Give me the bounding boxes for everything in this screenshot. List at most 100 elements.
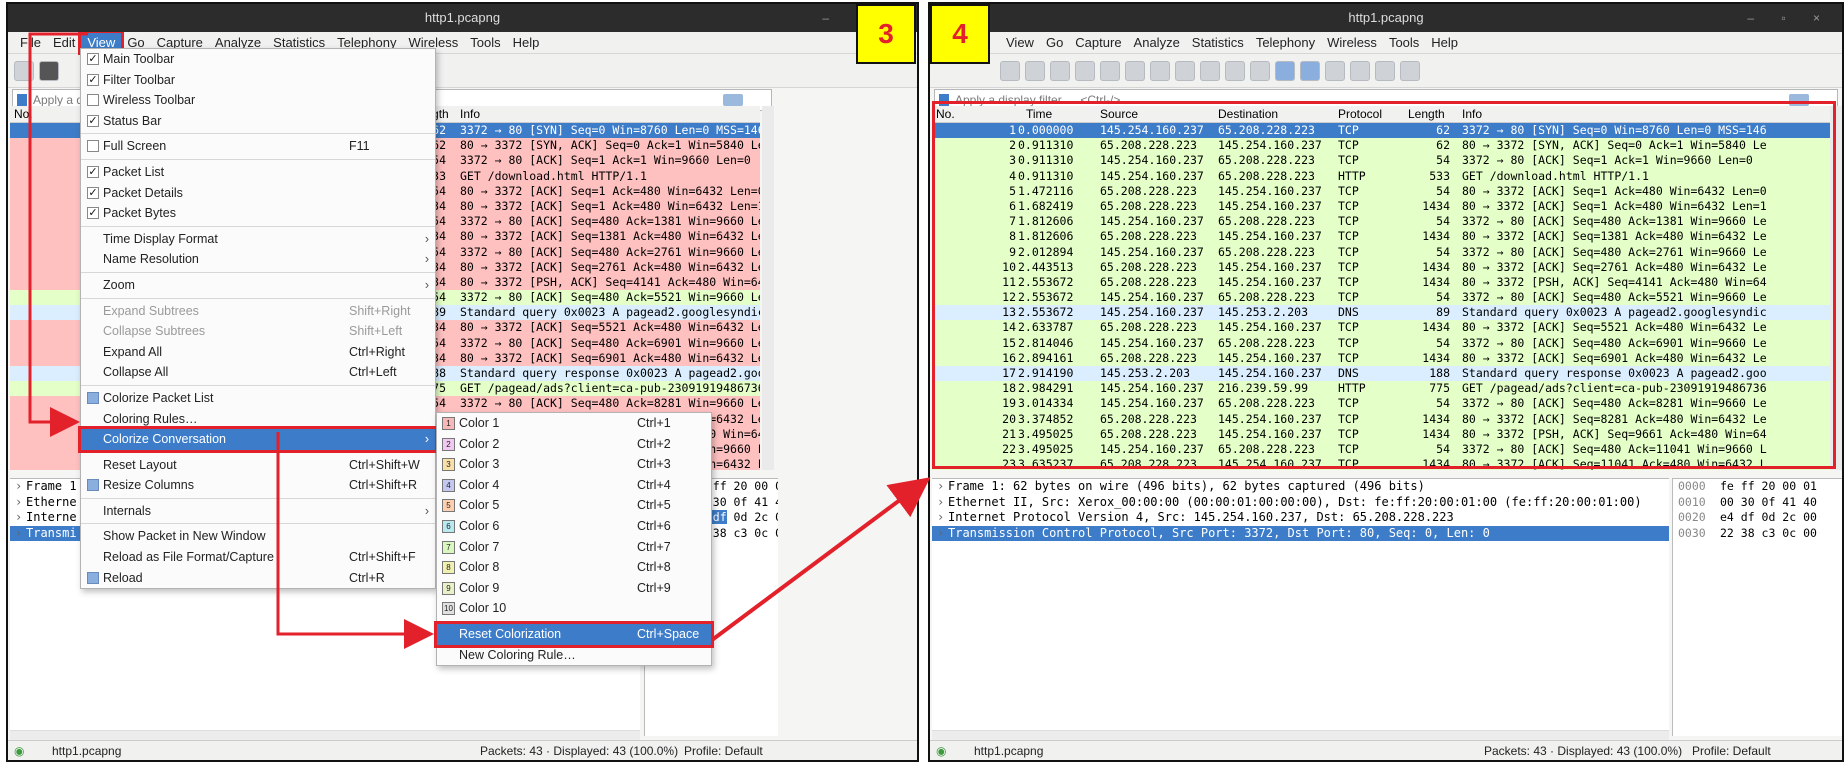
view-menu-item-collapse-all[interactable]: Collapse All Ctrl+Left	[81, 362, 435, 383]
expert-info-icon[interactable]: ◉	[14, 744, 24, 758]
detail-row[interactable]: Transmission Control Protocol, Src Port:…	[932, 525, 1669, 541]
packet-bytes[interactable]: 0000fe ff 20 00 01001000 30 0f 41 400020…	[1672, 478, 1842, 736]
status-profile[interactable]: Profile: Default	[684, 744, 763, 758]
conv-menu-item-color-8[interactable]: 8 Color 8 Ctrl+8	[437, 557, 711, 578]
view-menu-item-expand-all[interactable]: Expand All Ctrl+Right	[81, 342, 435, 363]
composite-screenshot: { "window_title": "http1.pcapng", "menub…	[0, 0, 1848, 772]
view-menu-item-packet-details[interactable]: ✓ Packet Details	[81, 183, 435, 204]
conv-menu-item-color-2[interactable]: 2 Color 2 Ctrl+2	[437, 434, 711, 455]
details-hscroll[interactable]	[10, 730, 640, 740]
view-menu-item-wireless-toolbar[interactable]: Wireless Toolbar	[81, 90, 435, 111]
menu-analyze[interactable]: Analyze	[1128, 33, 1186, 52]
find-icon[interactable]	[1125, 60, 1145, 81]
reload-icon[interactable]	[1100, 60, 1120, 81]
detail-row[interactable]: Frame 1: 62 bytes on wire (496 bits), 62…	[932, 479, 1669, 495]
menu-help[interactable]: Help	[507, 33, 546, 52]
bytes-row[interactable]: 0030 22 38 c3 0c 00	[1673, 526, 1842, 542]
last-icon[interactable]	[1250, 60, 1270, 81]
forward-icon[interactable]	[1175, 60, 1195, 81]
detail-row[interactable]: Ethernet II, Src: Xerox_00:00:00 (00:00:…	[932, 495, 1669, 511]
autoscroll-icon[interactable]	[1275, 60, 1295, 81]
menu-capture[interactable]: Capture	[1069, 33, 1127, 52]
view-menu-item-show-packet-in-new-window[interactable]: Show Packet in New Window	[81, 526, 435, 547]
conv-menu-item-color-4[interactable]: 4 Color 4 Ctrl+4	[437, 475, 711, 496]
menu-file[interactable]: File	[14, 33, 47, 52]
view-menu-item-reload[interactable]: Reload Ctrl+R	[81, 568, 435, 589]
view-menu-item-filter-toolbar[interactable]: ✓ Filter Toolbar	[81, 70, 435, 91]
view-menu-item-zoom[interactable]: Zoom ›	[81, 275, 435, 296]
view-menu-item-reset-layout[interactable]: Reset Layout Ctrl+Shift+W	[81, 455, 435, 476]
col-no[interactable]: No.	[14, 107, 33, 121]
checkbox-checked-icon[interactable]: ✓	[87, 207, 99, 220]
view-menu-item-time-display-format[interactable]: Time Display Format ›	[81, 229, 435, 250]
save-file-icon[interactable]	[1050, 60, 1070, 81]
conv-menu-item-color-1[interactable]: 1 Color 1 Ctrl+1	[437, 413, 711, 434]
bytes-row[interactable]: 0000 fe ff 20 00 01	[1673, 479, 1842, 495]
conv-menu-item-new-coloring-rule[interactable]: New Coloring Rule…	[437, 645, 711, 666]
col-info[interactable]: Info	[460, 107, 480, 121]
checkbox-checked-icon[interactable]: ✓	[87, 165, 99, 178]
goto-icon[interactable]	[1200, 60, 1220, 81]
view-menu-item-reload-as-file-format-capture[interactable]: Reload as File Format/Capture Ctrl+Shift+…	[81, 547, 435, 568]
checkbox-unchecked-icon[interactable]	[87, 94, 99, 107]
menu-go[interactable]: Go	[1040, 33, 1069, 52]
options-icon[interactable]	[1000, 60, 1020, 81]
zoom-normal-icon[interactable]	[1375, 60, 1395, 81]
view-menu-item-colorize-packet-list[interactable]: Colorize Packet List	[81, 388, 435, 409]
view-menu-item-expand-subtrees[interactable]: Expand Subtrees Shift+Right	[81, 301, 435, 322]
bookmark-icon[interactable]	[17, 94, 27, 106]
packet-list-scrollbar[interactable]	[762, 106, 774, 470]
first-icon[interactable]	[1225, 60, 1245, 81]
conv-menu-item-reset-colorization[interactable]: Reset Colorization Ctrl+Space	[434, 620, 714, 648]
view-menu-item-colorize-conversation[interactable]: Colorize Conversation ›	[78, 426, 438, 453]
shark-fin-icon[interactable]	[14, 60, 34, 81]
conv-menu-item-color-10[interactable]: 10 Color 10	[437, 598, 711, 619]
view-menu-item-collapse-subtrees[interactable]: Collapse Subtrees Shift+Left	[81, 321, 435, 342]
resize-columns-icon[interactable]	[1400, 60, 1420, 81]
stop-icon[interactable]	[39, 60, 59, 81]
zoom-out-icon[interactable]	[1350, 60, 1370, 81]
menu-tools[interactable]: Tools	[1383, 33, 1425, 52]
view-menu-item-internals[interactable]: Internals ›	[81, 501, 435, 522]
checkbox-checked-icon[interactable]: ✓	[87, 186, 99, 199]
checkbox-checked-icon[interactable]: ✓	[87, 73, 99, 86]
view-menu-item-packet-bytes[interactable]: ✓ Packet Bytes	[81, 203, 435, 224]
chevron-right-icon: ›	[424, 231, 429, 246]
apply-filter-icon[interactable]	[723, 94, 743, 106]
menu-wireless[interactable]: Wireless	[1321, 33, 1383, 52]
expert-info-icon[interactable]: ◉	[936, 744, 946, 758]
view-menu-item-coloring-rules[interactable]: Coloring Rules…	[81, 409, 435, 430]
view-menu-item-full-screen[interactable]: Full Screen F11	[81, 136, 435, 157]
bytes-row[interactable]: 0020 e4 df 0d 2c 00	[1673, 510, 1842, 526]
menu-help[interactable]: Help	[1425, 33, 1464, 52]
close-file-icon[interactable]	[1075, 60, 1095, 81]
menu-telephony[interactable]: Telephony	[1250, 33, 1321, 52]
bytes-row[interactable]: 0010 00 30 0f 41 40	[1673, 495, 1842, 511]
conv-menu-item-color-9[interactable]: 9 Color 9 Ctrl+9	[437, 578, 711, 599]
back-icon[interactable]	[1150, 60, 1170, 81]
conv-menu-item-color-6[interactable]: 6 Color 6 Ctrl+6	[437, 516, 711, 537]
conv-menu-item-color-3[interactable]: 3 Color 3 Ctrl+3	[437, 454, 711, 475]
window-controls[interactable]: – ▫ ×	[1747, 4, 1832, 32]
colorize-icon[interactable]	[1300, 60, 1320, 81]
zoom-in-icon[interactable]	[1325, 60, 1345, 81]
menu-view[interactable]: View	[1000, 33, 1040, 52]
view-menu-item-name-resolution[interactable]: Name Resolution ›	[81, 249, 435, 270]
menu-edit[interactable]: Edit	[47, 33, 81, 52]
details-hscroll[interactable]	[932, 730, 1669, 740]
checkbox-unchecked-icon[interactable]	[87, 140, 99, 153]
view-menu-item-resize-columns[interactable]: Resize Columns Ctrl+Shift+R	[81, 475, 435, 496]
status-profile[interactable]: Profile: Default	[1692, 744, 1771, 758]
checkbox-checked-icon[interactable]: ✓	[87, 114, 99, 127]
menu-statistics[interactable]: Statistics	[1186, 33, 1250, 52]
detail-row[interactable]: Internet Protocol Version 4, Src: 145.25…	[932, 510, 1669, 526]
menu-tools[interactable]: Tools	[464, 33, 506, 52]
view-menu-item-status-bar[interactable]: ✓ Status Bar	[81, 111, 435, 132]
conv-menu-item-color-7[interactable]: 7 Color 7 Ctrl+7	[437, 537, 711, 558]
view-menu-item-packet-list[interactable]: ✓ Packet List	[81, 162, 435, 183]
packet-details[interactable]: Frame 1: 62 bytes on wire (496 bits), 62…	[932, 478, 1669, 736]
open-file-icon[interactable]	[1025, 60, 1045, 81]
checkbox-checked-icon[interactable]: ✓	[87, 53, 99, 65]
conv-menu-item-color-5[interactable]: 5 Color 5 Ctrl+5	[437, 495, 711, 516]
view-menu-item-main-toolbar[interactable]: ✓ Main Toolbar	[81, 49, 435, 70]
